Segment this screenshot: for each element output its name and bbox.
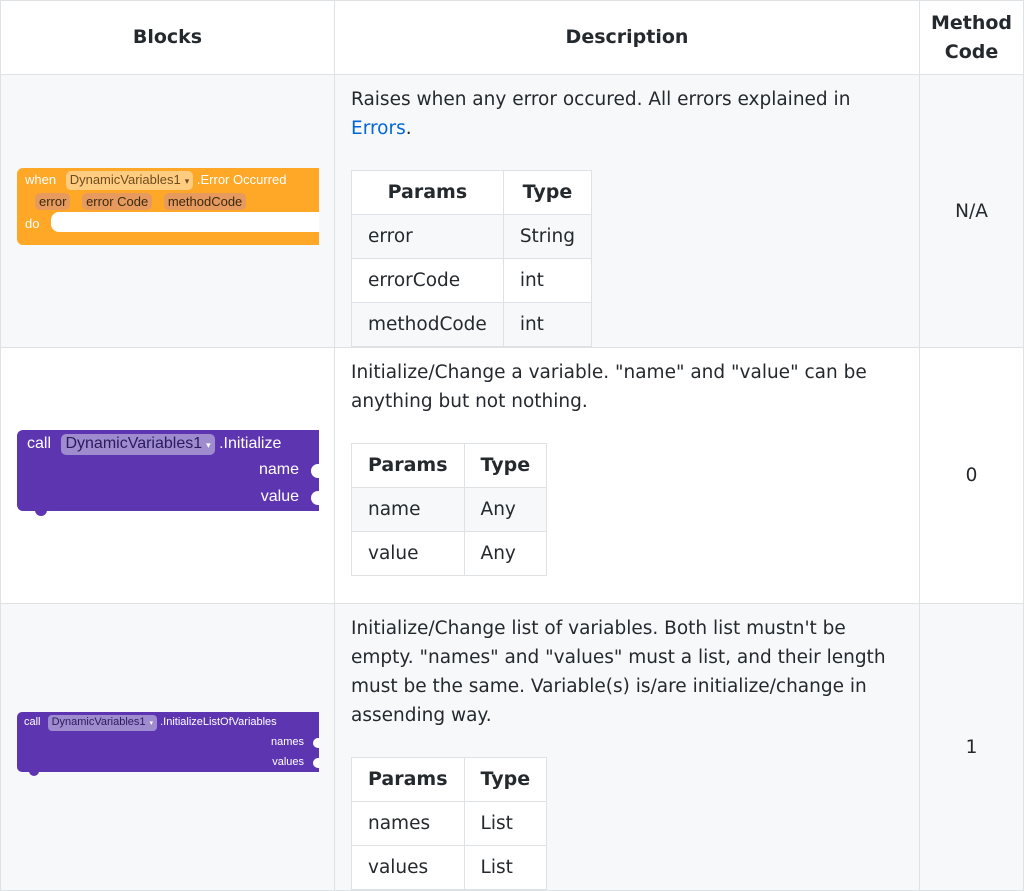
params-header: Params (351, 170, 504, 215)
description-cell: Raises when any error occured. All error… (334, 74, 920, 348)
block-cell: call DynamicVariables1 ▾ .InitializeListO… (0, 603, 335, 891)
event-name: .Error Occurred (196, 172, 287, 187)
method-name: .InitializeListOfVariables (160, 716, 277, 728)
call-keyword: call (27, 435, 52, 452)
description-suffix: . (405, 118, 412, 139)
error-occurred-event-block[interactable]: when DynamicVariables1 ▾ .Error Occurred … (17, 168, 319, 245)
input-socket[interactable] (313, 758, 319, 768)
dropdown-arrow-icon: ▾ (149, 720, 154, 727)
call-keyword: call (24, 716, 41, 728)
params-header: Params (351, 443, 465, 488)
param-type: List (463, 801, 548, 846)
header-method-code: Method Code (919, 0, 1024, 75)
params-header: Params (351, 757, 465, 802)
description-cell: Initialize/Change a variable. "name" and… (334, 347, 920, 604)
type-header: Type (502, 170, 593, 215)
block-connector (29, 771, 39, 776)
params-table: Params Type error String errorCode int meth… (351, 170, 593, 347)
header-blocks: Blocks (0, 0, 335, 75)
type-header: Type (463, 757, 548, 802)
description-text: Raises when any error occured. All error… (351, 85, 903, 143)
initialize-method-block[interactable]: call DynamicVariables1 ▾ .Initialize name… (17, 430, 319, 516)
param-name: error (351, 214, 504, 259)
header-method-code-line2: Code (944, 40, 999, 63)
params-table: Params Type names List values List (351, 757, 548, 890)
component-name: DynamicVariables1 (51, 716, 146, 728)
component-name: DynamicVariables1 (69, 172, 181, 187)
param-name: names (351, 801, 465, 846)
param-type: int (502, 302, 593, 347)
param-error[interactable]: error (35, 193, 71, 210)
socket-label: name (258, 461, 299, 478)
input-socket[interactable] (313, 738, 319, 748)
param-name: errorCode (351, 258, 504, 303)
socket-label: values (272, 756, 304, 768)
blocks-table: Blocks Description Method Code when Dyna… (0, 0, 1024, 891)
param-name: methodCode (351, 302, 504, 347)
initialize-list-method-block[interactable]: call DynamicVariables1 ▾ .InitializeListO… (17, 712, 319, 776)
param-type: String (502, 214, 593, 259)
input-socket[interactable] (311, 464, 319, 478)
method-code-cell: N/A (919, 74, 1024, 348)
dropdown-arrow-icon: ▾ (206, 440, 211, 450)
component-name: DynamicVariables1 (65, 435, 203, 452)
param-name: name (351, 487, 465, 532)
method-code-cell: 0 (919, 347, 1024, 604)
component-dropdown[interactable]: DynamicVariables1 ▾ (61, 434, 215, 455)
header-description: Description (334, 0, 920, 75)
dropdown-arrow-icon: ▾ (184, 176, 190, 186)
table-row: call DynamicVariables1 ▾ .Initialize name… (0, 347, 1024, 604)
do-keyword: do (25, 216, 40, 231)
param-type: int (502, 258, 593, 303)
component-dropdown[interactable]: DynamicVariables1 ▾ (47, 715, 158, 731)
when-keyword: when (25, 172, 57, 187)
header-method-code-line1: Method (930, 11, 1013, 34)
param-method-code[interactable]: methodCode (163, 193, 247, 210)
block-connector (35, 510, 47, 516)
block-cell: when DynamicVariables1 ▾ .Error Occurred … (0, 74, 335, 348)
param-type: Any (463, 487, 548, 532)
param-error-code[interactable]: error Code (82, 193, 153, 210)
param-name: values (351, 845, 465, 890)
socket-label: names (270, 736, 304, 748)
param-name: value (351, 531, 465, 576)
description-cell: Initialize/Change list of variables. Bot… (334, 603, 920, 891)
params-table: Params Type name Any value Any (351, 443, 548, 576)
table-row: when DynamicVariables1 ▾ .Error Occurred … (0, 74, 1024, 348)
description-prefix: Raises when any error occured. All error… (351, 89, 851, 110)
socket-label: value (260, 488, 299, 505)
param-type: Any (463, 531, 548, 576)
type-header: Type (463, 443, 548, 488)
method-name: .Initialize (219, 435, 282, 452)
block-cell: call DynamicVariables1 ▾ .Initialize name… (0, 347, 335, 604)
do-slot[interactable] (51, 212, 319, 232)
description-text: Initialize/Change list of variables. Bot… (351, 618, 886, 726)
errors-link[interactable]: Errors (351, 118, 406, 139)
table-row: call DynamicVariables1 ▾ .InitializeListO… (0, 603, 1024, 891)
method-code-cell: 1 (919, 603, 1024, 891)
description-text: Initialize/Change a variable. "name" and… (351, 362, 867, 412)
input-socket[interactable] (311, 491, 319, 505)
component-dropdown[interactable]: DynamicVariables1 ▾ (65, 171, 194, 190)
param-type: List (463, 845, 548, 890)
